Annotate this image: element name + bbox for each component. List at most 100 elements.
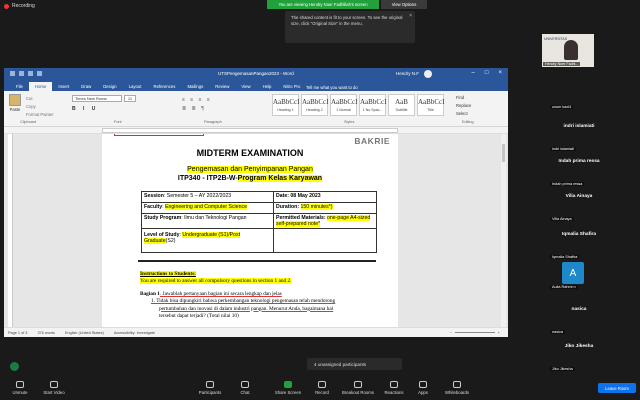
start-video-button[interactable]: Start Video — [38, 381, 70, 395]
section-divider — [138, 260, 376, 262]
quick-access-toolbar — [10, 71, 42, 76]
record-icon — [318, 381, 326, 388]
style-normal[interactable]: AaBbCcI 1 Normal — [330, 94, 357, 116]
meeting-toolbar: Unmute Start Video Participants Chat Sha… — [0, 376, 640, 400]
exam-heading: MIDTERM EXAMINATION — [196, 148, 304, 158]
breakout-rooms-button[interactable]: Breakout Rooms — [342, 381, 374, 395]
styles-gallery: AaBbCcI Heading 1 AaBbCcI Heading 2 AaBbCc… — [272, 94, 444, 116]
tab-design[interactable]: Design — [97, 82, 122, 91]
participant-name: Vilia Ainaya — [565, 194, 593, 199]
save-icon[interactable] — [19, 71, 24, 76]
minimize-icon[interactable]: – — [472, 70, 475, 76]
tab-insert[interactable]: Insert — [52, 82, 75, 91]
course-code: ITP340 - ITP2B-W-Program Kelas Karyawan — [177, 175, 323, 182]
copy-button[interactable]: Copy — [26, 103, 54, 111]
clipboard-group-label: Clipboard — [20, 120, 37, 124]
instructions: Instructions to Students: You are requir… — [140, 271, 292, 285]
styles-group-label: Styles — [344, 120, 355, 124]
redo-icon[interactable] — [37, 71, 42, 76]
style-title[interactable]: AaBbCcI Title — [417, 94, 444, 116]
share-screen-button[interactable]: Share Screen — [272, 381, 304, 395]
format-painter-button[interactable]: Format Painter — [26, 111, 54, 119]
empty-cell — [273, 228, 377, 253]
view-options-button[interactable]: View Options — [381, 0, 427, 9]
question-1-line-2: pertumbuhan dan inovasi di dalam industr… — [159, 305, 334, 312]
font-name-select[interactable]: Times New Roma — [72, 95, 122, 102]
cut-button[interactable]: Cut — [26, 95, 54, 103]
paragraph-group-label: Paragraph — [204, 120, 222, 124]
section-1: Bagian 1. Jawablah pertanyaan bagian ini… — [140, 291, 380, 320]
chat-icon — [241, 381, 249, 388]
duration-cell: Duration: 150 minutes*) — [273, 202, 377, 214]
participant-tile[interactable]: Vilia Ainaya Vilia Ainaya — [549, 182, 609, 223]
recording-indicator[interactable]: Recording — [4, 3, 35, 9]
tab-draw[interactable]: Draw — [75, 82, 97, 91]
font-group-label: Font — [114, 120, 122, 124]
tab-view[interactable]: View — [235, 82, 256, 91]
tab-references[interactable]: References — [147, 82, 181, 91]
document-page[interactable]: BAKRIE MIDTERM EXAMINATION Pengemasan da… — [102, 134, 398, 327]
reactions-icon — [390, 381, 398, 388]
host-video-tile[interactable]: UNIVERSITAS Hendry Noer Fadhl... — [542, 34, 594, 67]
style-subtitle[interactable]: AaB Subtitle — [388, 94, 415, 116]
word-status-bar: Page 1 of 3 376 words English (United St… — [4, 327, 508, 337]
editing-group-label: Editing — [462, 120, 474, 124]
chat-button[interactable]: Chat — [229, 381, 261, 395]
university-logo: UNIVERSITAS — [544, 37, 568, 41]
style-heading-1[interactable]: AaBbCcI Heading 1 — [272, 94, 299, 116]
zoom-slider[interactable]: − + — [450, 331, 500, 335]
font-format-buttons[interactable]: B I U — [72, 106, 98, 112]
vertical-scrollbar[interactable] — [501, 134, 506, 327]
tab-help[interactable]: Help — [257, 82, 278, 91]
horizontal-ruler[interactable] — [4, 127, 508, 134]
account-name[interactable]: Hendry N.F — [396, 71, 419, 76]
window-controls: – □ × — [472, 70, 502, 76]
participant-name: Iqmalia Shafira — [561, 232, 597, 237]
record-button[interactable]: Record — [306, 381, 338, 395]
tab-review[interactable]: Review — [209, 82, 235, 91]
tab-layout[interactable]: Layout — [123, 82, 148, 91]
whiteboard-icon — [453, 381, 461, 388]
close-icon[interactable]: × — [409, 13, 412, 20]
level-cell: Level of Study: Undergraduate (S1)/Post … — [141, 228, 274, 253]
avatar[interactable] — [424, 70, 432, 78]
participants-icon — [206, 381, 214, 388]
participants-button[interactable]: Participants — [194, 381, 226, 395]
close-window-icon[interactable]: × — [498, 70, 502, 76]
vertical-ruler[interactable] — [8, 134, 13, 327]
home-ribbon: Paste Cut Copy Format Painter Clipboard … — [4, 91, 508, 127]
paste-button[interactable]: Paste — [8, 94, 22, 112]
unassigned-participants-notice[interactable]: 4 unassigned participants — [307, 358, 402, 370]
participant-tile[interactable]: nasica nasica — [549, 295, 609, 336]
font-size-select[interactable]: 11 — [124, 95, 136, 102]
word-count[interactable]: 376 words — [37, 331, 55, 335]
page-count[interactable]: Page 1 of 3 — [8, 331, 27, 335]
participant-tile[interactable]: zoom kaxl4 — [549, 70, 609, 111]
leave-room-button[interactable]: Leave Room — [598, 383, 636, 393]
course-title: Pengemasan dan Penyimpanan Pangan — [187, 166, 313, 173]
style-no-spacing[interactable]: AaBbCcI 1 No Spac... — [359, 94, 386, 116]
accessibility-status[interactable]: Accessibility: Investigate — [114, 331, 155, 335]
undo-icon[interactable] — [28, 71, 33, 76]
paragraph-buttons[interactable]: ≡ ≡ ≡ ≡ ≣ ≣ ¶ — [182, 96, 212, 114]
tab-file[interactable]: File — [10, 82, 29, 91]
select-button[interactable]: Select — [456, 110, 471, 118]
participant-tile[interactable]: Aulia Rahmi n — [549, 250, 609, 291]
style-heading-2[interactable]: AaBbCcI Heading 2 — [301, 94, 328, 116]
tab-mailings[interactable]: Mailings — [181, 82, 209, 91]
language-status[interactable]: English (United States) — [65, 331, 104, 335]
tab-home[interactable]: Home — [28, 82, 53, 91]
whiteboards-button[interactable]: Whiteboards — [441, 381, 473, 395]
find-button[interactable]: Find — [456, 94, 471, 102]
unmute-button[interactable]: Unmute — [4, 381, 36, 395]
apps-button[interactable]: Apps — [407, 381, 439, 395]
autosave-icon[interactable] — [10, 71, 15, 76]
maximize-icon[interactable]: □ — [485, 70, 489, 76]
faculty-cell: Faculty: Engineering and Computer Scienc… — [141, 202, 274, 214]
participant-tile[interactable]: Jiko Jikesha Jiko Jikesha — [549, 332, 609, 373]
shared-word-window: UTSPengemasanPangan2023 - Word Hendry N.… — [4, 68, 508, 337]
replace-button[interactable]: Replace — [456, 102, 471, 110]
exam-info-table: Session: Semester 5 – AY 2022/2023 Date:… — [141, 191, 377, 253]
leaf-icon[interactable] — [10, 362, 19, 371]
reactions-button[interactable]: Reactions — [378, 381, 410, 395]
